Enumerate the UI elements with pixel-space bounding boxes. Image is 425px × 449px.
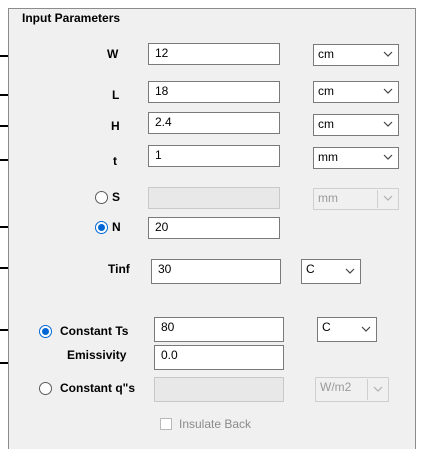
chevron-down-icon xyxy=(373,386,383,392)
input-constant-q[interactable] xyxy=(154,377,284,402)
select-separator xyxy=(377,190,378,208)
input-Tinf[interactable]: 30 xyxy=(151,259,281,284)
label-S: S xyxy=(112,190,121,204)
label-W: W xyxy=(107,47,119,61)
unit-L-value: cm xyxy=(318,84,334,98)
label-constant-ts: Constant Ts xyxy=(60,324,129,338)
unit-t-value: mm xyxy=(318,150,338,164)
input-emissivity[interactable]: 0.0 xyxy=(154,345,284,370)
label-Tinf: Tinf xyxy=(108,262,130,276)
input-constant-ts[interactable]: 80 xyxy=(154,317,284,342)
unit-W-value: cm xyxy=(318,47,334,61)
label-constant-q: Constant q"s xyxy=(60,381,136,395)
chevron-down-icon xyxy=(345,268,355,274)
chevron-down-icon xyxy=(383,154,393,160)
label-H: H xyxy=(111,119,120,133)
label-emissivity: Emissivity xyxy=(67,348,127,362)
unit-select-L[interactable]: cm xyxy=(313,81,399,103)
radio-constant-q[interactable] xyxy=(39,382,52,395)
unit-Tinf-value: C xyxy=(306,262,315,276)
input-S[interactable] xyxy=(148,187,280,209)
unit-constant-q-value: W/m2 xyxy=(320,380,352,394)
unit-constant-ts-value: C xyxy=(322,320,331,334)
unit-select-t[interactable]: mm xyxy=(313,147,399,169)
chevron-down-icon xyxy=(383,121,393,127)
input-t[interactable]: 1 xyxy=(148,145,280,167)
radio-N[interactable] xyxy=(95,221,108,234)
input-W[interactable]: 12 xyxy=(148,43,280,65)
unit-select-constant-ts[interactable]: C xyxy=(317,317,377,342)
chevron-down-icon xyxy=(383,195,393,201)
input-parameters-panel: Input Parameters W 12 cm L 18 cm H 2.4 c… xyxy=(8,8,416,449)
input-N[interactable]: 20 xyxy=(148,217,280,239)
input-H[interactable]: 2.4 xyxy=(148,112,280,134)
unit-select-W[interactable]: cm xyxy=(313,44,399,66)
chevron-down-icon xyxy=(361,326,371,332)
radio-constant-ts[interactable] xyxy=(39,325,52,338)
label-insulate-back: Insulate Back xyxy=(179,417,252,431)
input-L[interactable]: 18 xyxy=(148,81,280,103)
unit-select-Tinf[interactable]: C xyxy=(301,259,361,284)
panel-title: Input Parameters xyxy=(22,11,121,25)
chevron-down-icon xyxy=(383,88,393,94)
unit-S-value: mm xyxy=(318,191,338,205)
unit-select-S[interactable]: mm xyxy=(313,188,399,210)
label-t: t xyxy=(113,154,117,168)
radio-S[interactable] xyxy=(95,191,108,204)
insulate-back-checkbox[interactable] xyxy=(160,418,172,430)
unit-select-constant-q[interactable]: W/m2 xyxy=(315,377,389,402)
chevron-down-icon xyxy=(383,51,393,57)
label-L: L xyxy=(112,88,120,102)
unit-H-value: cm xyxy=(318,117,334,131)
label-N: N xyxy=(112,220,121,234)
select-separator xyxy=(367,379,368,400)
unit-select-H[interactable]: cm xyxy=(313,114,399,136)
